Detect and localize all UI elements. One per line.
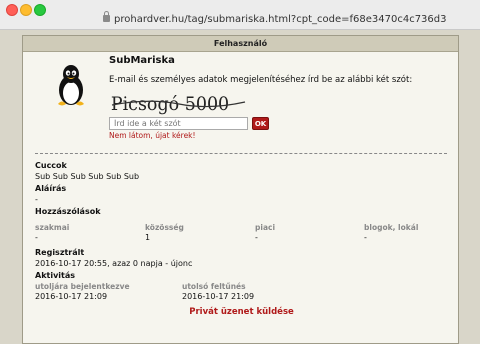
cuccok-value: Sub Sub Sub Sub Sub Sub xyxy=(35,172,140,181)
alairas-value: - xyxy=(35,195,38,204)
regisztralt-heading: Regisztrált xyxy=(35,248,85,257)
section-divider xyxy=(35,153,447,154)
address-bar[interactable]: prohardver.hu/tag/submariska.html?cpt_co… xyxy=(103,11,447,25)
column-value-piaci: - xyxy=(255,233,258,242)
captcha-prompt: E-mail és személyes adatok megjelenítésé… xyxy=(109,75,413,85)
alairas-heading: Aláírás xyxy=(35,184,67,193)
panel-title: Felhasználó xyxy=(23,36,458,52)
close-window-button[interactable] xyxy=(6,4,18,16)
column-label-last-seen: utolsó feltűnés xyxy=(182,282,246,291)
minimize-window-button[interactable] xyxy=(20,4,32,16)
lock-icon xyxy=(103,11,110,22)
last-login-value: 2016-10-17 21:09 xyxy=(35,292,108,301)
column-label-kozosseg: közösség xyxy=(145,223,184,232)
column-label-piaci: piaci xyxy=(255,223,276,232)
tux-avatar-icon xyxy=(58,65,84,106)
private-message-link[interactable]: Privát üzenet küldése xyxy=(23,307,460,317)
last-seen-value: 2016-10-17 21:09 xyxy=(182,292,255,301)
captcha-input[interactable] xyxy=(109,117,248,130)
column-value-kozosseg: 1 xyxy=(145,233,151,242)
new-captcha-link[interactable]: Nem látom, újat kérek! xyxy=(109,131,196,140)
column-label-blogok: blogok, lokál xyxy=(364,223,419,232)
aktivitas-heading: Aktivitás xyxy=(35,271,76,280)
browser-toolbar: prohardver.hu/tag/submariska.html?cpt_co… xyxy=(0,0,480,30)
column-label-szakmai: szakmai xyxy=(35,223,70,232)
username: SubMariska xyxy=(109,55,175,66)
captcha-text: Picsogó 5000 xyxy=(111,93,229,115)
zoom-window-button[interactable] xyxy=(34,4,46,16)
address-url: prohardver.hu/tag/submariska.html?cpt_co… xyxy=(114,14,447,25)
column-value-blogok: - xyxy=(364,233,367,242)
hozzaszolasok-heading: Hozzászólások xyxy=(35,207,101,216)
user-profile-panel: Felhasználó SubMariska E-mail és személy… xyxy=(22,35,459,344)
regisztralt-value: 2016-10-17 20:55, azaz 0 napja - újonc xyxy=(35,259,193,268)
column-label-last-login: utoljára bejelentkezve xyxy=(35,282,130,291)
ok-button[interactable]: OK xyxy=(252,117,269,130)
column-value-szakmai: - xyxy=(35,233,38,242)
captcha-image: Picsogó 5000 xyxy=(109,90,247,116)
cuccok-heading: Cuccok xyxy=(35,161,67,170)
